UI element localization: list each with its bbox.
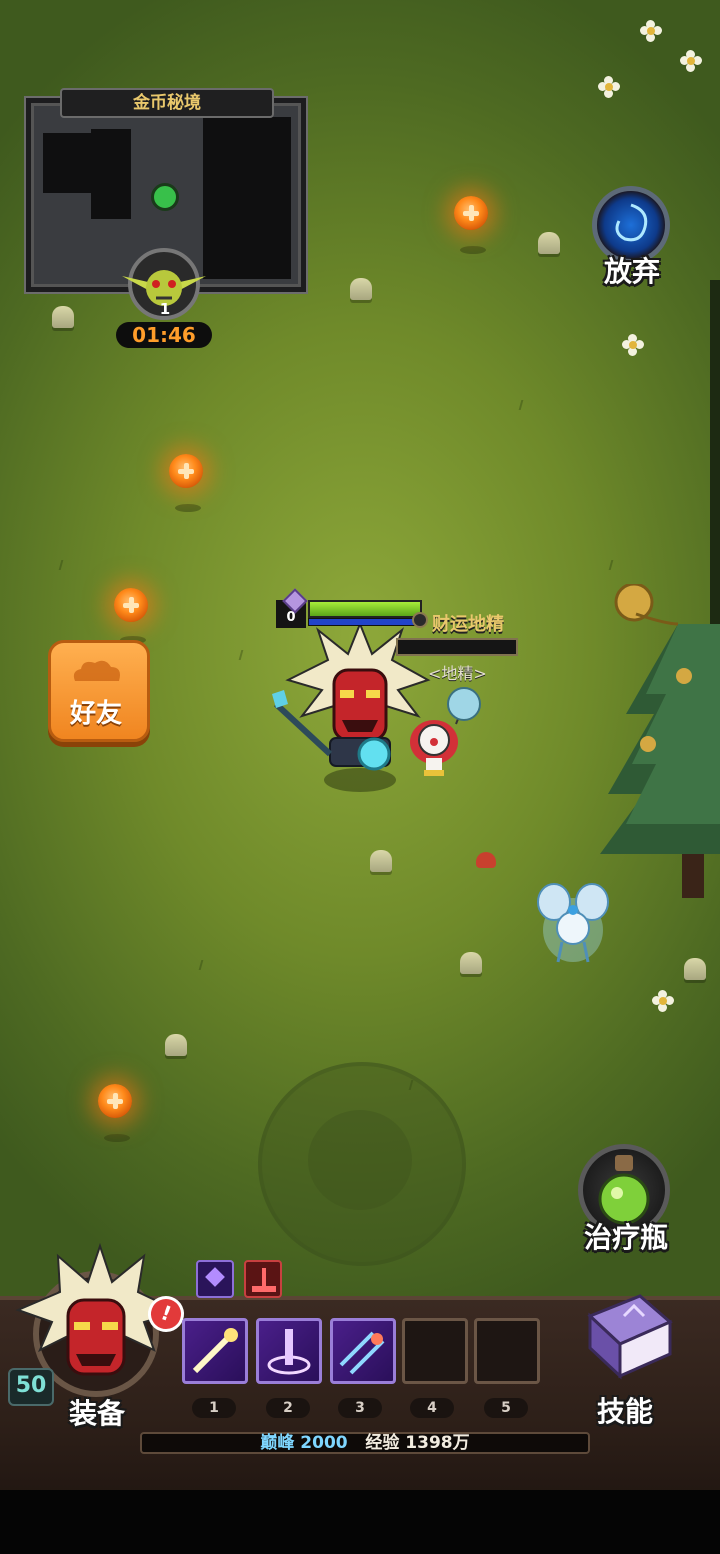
slot-number: 3 [338, 1398, 382, 1418]
orb-shadow [175, 504, 201, 512]
slot-number: 5 [484, 1398, 528, 1418]
orb-shadow [460, 246, 486, 254]
grass-tuft [518, 400, 532, 410]
slot-number: 2 [266, 1398, 310, 1418]
enemy-hp-bar [396, 638, 518, 656]
minimap-explored [91, 129, 131, 219]
mushroom [476, 852, 496, 868]
joystick-knob[interactable] [308, 1110, 412, 1210]
boss-timer: 01:46 [116, 322, 212, 348]
exp-label: 经验 [365, 1433, 400, 1453]
minimap-title: 金币秘境 [60, 88, 274, 118]
gravestone [350, 278, 372, 300]
shield-value: 0 [286, 610, 296, 625]
skill-slot-3[interactable] [330, 1318, 396, 1384]
buff-sword-icon[interactable] [244, 1260, 282, 1298]
slot-number: 1 [192, 1398, 236, 1418]
enemy-name: 财运地精 [432, 614, 504, 635]
gravestone [538, 232, 560, 254]
cloud-icon [73, 660, 120, 681]
portal-icon [615, 203, 648, 242]
hp-bar-fill [310, 602, 420, 616]
skill-slot-1[interactable] [182, 1318, 248, 1384]
player-marker [151, 183, 179, 211]
skill-slot-2[interactable] [256, 1318, 322, 1384]
coin-icon [412, 612, 428, 628]
gravestone [52, 306, 74, 328]
grass-tuft [198, 960, 212, 970]
comet-skill-icon [192, 1328, 238, 1374]
skill-slot-4[interactable] [402, 1318, 468, 1384]
peak-value: 2000 [300, 1433, 348, 1453]
skill-book-icon[interactable] [570, 1286, 680, 1386]
boss-level: 1 [159, 300, 171, 318]
flower [640, 20, 662, 42]
gravestone [684, 958, 706, 980]
hp-bar [308, 600, 422, 618]
heal-orb[interactable] [169, 454, 203, 488]
xp-text: 巅峰 2000 经验 1398万 [140, 1432, 590, 1454]
clown-pet [410, 687, 481, 776]
meteor-skill-icon [339, 1331, 385, 1375]
player-level-badge: 50 [8, 1368, 54, 1406]
grass-tuft [58, 560, 72, 570]
grass-tuft [608, 560, 622, 570]
gravestone [460, 952, 482, 974]
friends-label[interactable]: 好友 [51, 693, 141, 730]
friends-button[interactable]: 好友 [48, 640, 150, 742]
exp-value: 1398万 [405, 1433, 470, 1453]
gravestone [370, 850, 392, 872]
flower [680, 50, 702, 72]
flower [622, 334, 644, 356]
pine-tree [600, 584, 720, 898]
potion-label[interactable]: 治疗瓶 [572, 1216, 680, 1256]
system-nav-area [0, 1490, 720, 1554]
grass-tuft [238, 650, 252, 660]
heal-orb[interactable] [454, 196, 488, 230]
orb-shadow [104, 1134, 130, 1142]
fairy-creature [537, 883, 609, 963]
heal-orb[interactable] [98, 1084, 132, 1118]
abandon-label[interactable]: 放弃 [590, 250, 674, 290]
enemy-subtitle: <地精> [428, 664, 487, 683]
heal-orb[interactable] [114, 588, 148, 622]
flower [652, 990, 674, 1012]
minimap-explored [203, 117, 291, 279]
peak-label: 巅峰 [260, 1433, 295, 1453]
flower [598, 76, 620, 98]
pillar-skill-icon [267, 1329, 311, 1375]
gravestone [165, 1034, 187, 1056]
buff-crystal-icon[interactable] [196, 1260, 234, 1298]
player-status-bar: 0 [276, 588, 422, 628]
skill-slot-5[interactable] [474, 1318, 540, 1384]
skills-label[interactable]: 技能 [580, 1390, 670, 1430]
equipment-label[interactable]: 装备 [52, 1392, 142, 1432]
mana-bar [308, 618, 422, 626]
slot-number: 4 [410, 1398, 454, 1418]
